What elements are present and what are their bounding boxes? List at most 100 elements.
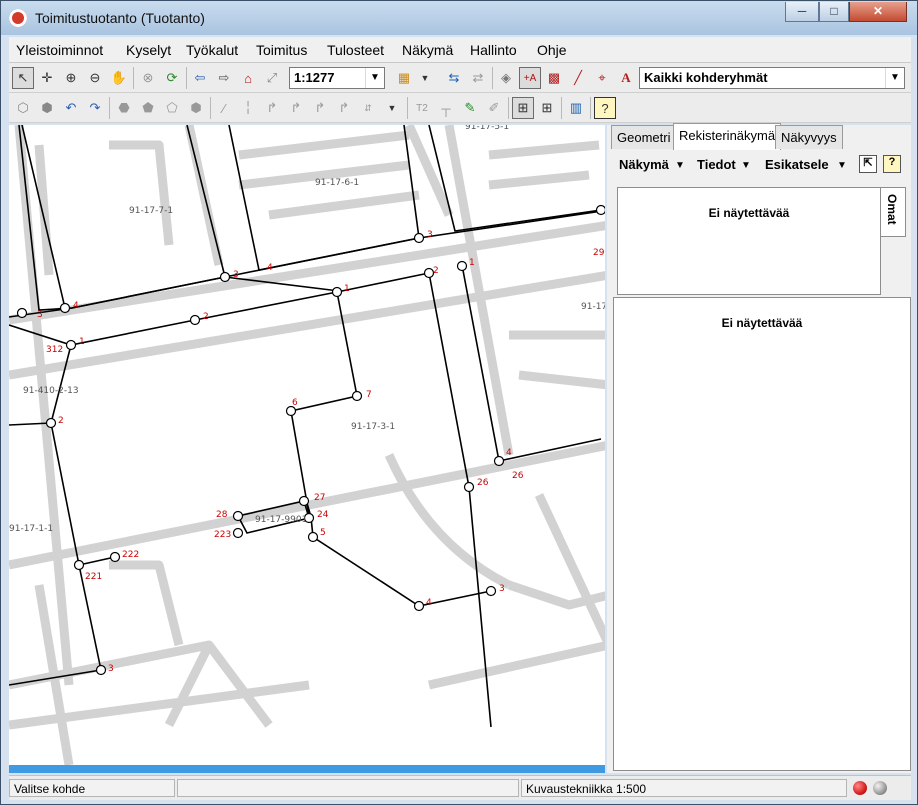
segment-1-icon[interactable]: ⁄ bbox=[213, 97, 235, 119]
layer-style-icon[interactable]: ▦ bbox=[393, 67, 415, 89]
pan-hand-icon[interactable]: ✋ bbox=[108, 67, 130, 89]
undo-icon[interactable]: ↶ bbox=[60, 97, 82, 119]
zoom-extent-icon[interactable]: ⤢ bbox=[261, 67, 283, 89]
title-bar[interactable]: Toimitustuotanto (Tuotanto) ─ □ ✕ bbox=[1, 1, 917, 35]
segment-5-icon[interactable]: ↱ bbox=[309, 97, 331, 119]
point-label: 7 bbox=[366, 390, 372, 400]
text-tool-icon[interactable]: A bbox=[615, 67, 637, 89]
toolbar-separator bbox=[590, 97, 591, 119]
t2-button[interactable]: T2 bbox=[411, 97, 433, 119]
shape-1-icon[interactable]: ⬣ bbox=[113, 97, 135, 119]
segment-4-icon[interactable]: ↱ bbox=[285, 97, 307, 119]
stop-icon[interactable]: ⊗ bbox=[137, 67, 159, 89]
tab-nakyvyys[interactable]: Näkyvyys bbox=[775, 125, 843, 149]
tab-geometri[interactable]: Geometri bbox=[611, 125, 677, 149]
refresh-icon[interactable]: ⟳ bbox=[161, 67, 183, 89]
chevron-down-icon[interactable]: ▼ bbox=[741, 160, 751, 171]
point-label: 5 bbox=[320, 528, 326, 538]
layer-group-select[interactable]: Kaikki kohderyhmät ▼ bbox=[639, 67, 905, 89]
back-arrow-icon[interactable]: ⇦ bbox=[189, 67, 211, 89]
minimize-button[interactable]: ─ bbox=[785, 2, 819, 22]
area-icon[interactable]: ▩ bbox=[543, 67, 565, 89]
delete-cube-icon[interactable]: ⬢ bbox=[36, 97, 58, 119]
chevron-down-icon[interactable]: ▼ bbox=[837, 160, 847, 171]
esikatsele-dropdown[interactable]: Esikatsele bbox=[765, 157, 829, 172]
point-label: 2 bbox=[58, 416, 64, 426]
grid-panel-2-icon[interactable]: ⊞ bbox=[536, 97, 558, 119]
chevron-down-icon[interactable]: ▼ bbox=[381, 97, 403, 119]
chevron-down-icon[interactable]: ▼ bbox=[675, 160, 685, 171]
maximize-button[interactable]: □ bbox=[819, 2, 849, 22]
tab-omat[interactable]: Omat bbox=[881, 187, 906, 237]
t-icon[interactable]: ┬ bbox=[435, 97, 457, 119]
app-window: Toimitustuotanto (Tuotanto) ─ □ ✕ Yleist… bbox=[0, 0, 918, 805]
toolbar-separator bbox=[109, 97, 110, 119]
chart-panel-icon[interactable]: ▥ bbox=[565, 97, 587, 119]
check-pen-icon[interactable]: ✎ bbox=[459, 97, 481, 119]
segment-7-icon[interactable]: ⇵ bbox=[357, 97, 379, 119]
shape-4-icon[interactable]: ⬢ bbox=[185, 97, 207, 119]
jump-to-icon[interactable]: ⇱ bbox=[859, 155, 877, 173]
status-bar: Valitse kohde Kuvaustekniikka 1:500 bbox=[9, 775, 911, 800]
sync-icon[interactable]: ⇆ bbox=[443, 67, 465, 89]
point-label: 1 bbox=[469, 258, 475, 268]
grid-panel-icon[interactable]: ⊞ bbox=[512, 97, 534, 119]
close-button[interactable]: ✕ bbox=[849, 2, 907, 22]
crosshair-icon[interactable]: ✛ bbox=[36, 67, 58, 89]
side-panel: Geometri Rekisterinäkymä Näkyvyys Näkymä… bbox=[607, 123, 911, 773]
help-icon[interactable]: ? bbox=[594, 97, 616, 119]
map-svg[interactable]: 91-17-7-1 91-17-6-1 91-17-3-1 91-410-2-1… bbox=[9, 125, 605, 765]
window-title: Toimitustuotanto (Tuotanto) bbox=[35, 10, 205, 26]
menu-nakyma[interactable]: Näkymä bbox=[402, 42, 453, 58]
scale-select[interactable]: 1:1277 ▼ bbox=[289, 67, 385, 89]
parcel-label: 91-17-9901 bbox=[255, 515, 307, 525]
select-arrow-icon[interactable]: ↖ bbox=[12, 67, 34, 89]
chevron-down-icon[interactable]: ▼ bbox=[414, 67, 436, 89]
scale-value: 1:1277 bbox=[294, 70, 335, 85]
toolbar-separator bbox=[210, 97, 211, 119]
toolbar-separator bbox=[186, 67, 187, 89]
add-point-icon[interactable]: +A bbox=[519, 67, 541, 89]
zoom-in-icon[interactable]: ⊕ bbox=[60, 67, 82, 89]
forward-arrow-icon[interactable]: ⇨ bbox=[213, 67, 235, 89]
edit-cube-icon[interactable]: ⬡ bbox=[12, 97, 34, 119]
point-label: 4 bbox=[73, 301, 79, 311]
nakyma-dropdown[interactable]: Näkymä bbox=[619, 157, 669, 172]
toolbar-separator bbox=[407, 97, 408, 119]
segment-3-icon[interactable]: ↱ bbox=[261, 97, 283, 119]
menu-ohje[interactable]: Ohje bbox=[537, 42, 567, 58]
point-icon[interactable]: ⌖ bbox=[591, 67, 613, 89]
layer-group-value: Kaikki kohderyhmät bbox=[644, 70, 768, 85]
help-icon[interactable]: ? bbox=[883, 155, 901, 173]
line-icon[interactable]: ╱ bbox=[567, 67, 589, 89]
map-horizontal-scrollbar[interactable] bbox=[9, 765, 605, 773]
map-canvas[interactable]: 91-17-7-1 91-17-6-1 91-17-3-1 91-410-2-1… bbox=[9, 125, 605, 765]
menu-tyokalut[interactable]: Työkalut bbox=[186, 42, 238, 58]
tab-rekisterinakyma[interactable]: Rekisterinäkymä bbox=[673, 123, 782, 150]
point-label: 3 bbox=[37, 310, 43, 320]
zoom-out-icon[interactable]: ⊖ bbox=[84, 67, 106, 89]
parcel-label: 91-410-2-13 bbox=[23, 386, 79, 396]
menu-yleistoiminnot[interactable]: Yleistoiminnot bbox=[16, 42, 103, 58]
menu-hallinto[interactable]: Hallinto bbox=[470, 42, 517, 58]
brush-icon[interactable]: ✐ bbox=[483, 97, 505, 119]
shape-2-icon[interactable]: ⬟ bbox=[137, 97, 159, 119]
toolbar-separator bbox=[561, 97, 562, 119]
bottom-info-panel: Ei näytettävää bbox=[613, 297, 911, 771]
shape-3-icon[interactable]: ⬠ bbox=[161, 97, 183, 119]
menu-tulosteet[interactable]: Tulosteet bbox=[327, 42, 384, 58]
segment-2-icon[interactable]: ╎ bbox=[237, 97, 259, 119]
point-label: 24 bbox=[317, 510, 329, 520]
point-number-labels: 3 4 3 4 3 2 1 312 2 2 1 6 7 4 26 26 27 2… bbox=[37, 230, 605, 674]
home-icon[interactable]: ⌂ bbox=[237, 67, 259, 89]
swap-icon[interactable]: ⇄ bbox=[467, 67, 489, 89]
toolbar-separator bbox=[508, 97, 509, 119]
top-info-panel: Ei näytettävää bbox=[617, 187, 881, 295]
redo-icon[interactable]: ↷ bbox=[84, 97, 106, 119]
tiedot-dropdown[interactable]: Tiedot bbox=[697, 157, 736, 172]
menu-kyselyt[interactable]: Kyselyt bbox=[126, 42, 171, 58]
chevron-down-icon: ▼ bbox=[885, 68, 904, 88]
menu-toimitus[interactable]: Toimitus bbox=[256, 42, 307, 58]
cube-icon[interactable]: ◈ bbox=[495, 67, 517, 89]
segment-6-icon[interactable]: ↱ bbox=[333, 97, 355, 119]
